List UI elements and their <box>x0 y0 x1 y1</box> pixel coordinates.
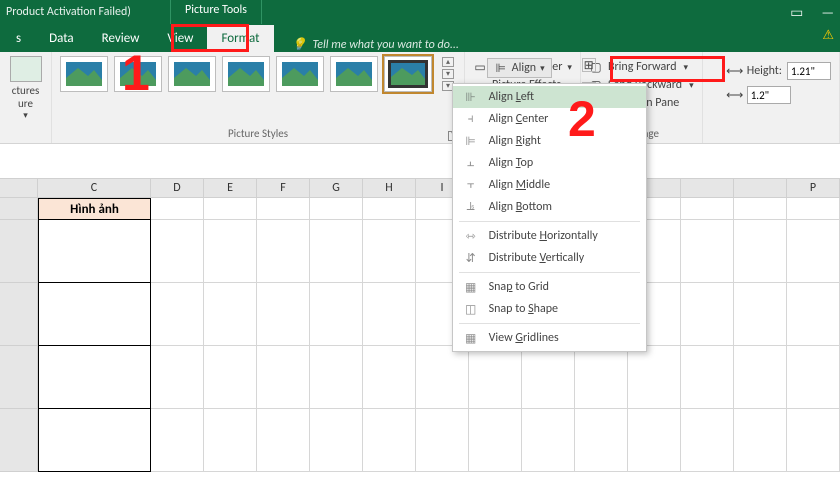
col-E[interactable]: E <box>204 179 257 198</box>
col-F[interactable]: F <box>257 179 310 198</box>
ribbon-tabs: s Data Review View Format 💡 Tell me what… <box>0 24 840 52</box>
width-field-row: ⟷ <box>728 86 831 104</box>
align-center-icon: ⫞ <box>463 112 479 126</box>
ribbon-options-icon[interactable]: ▭ <box>790 4 803 21</box>
minimize-icon[interactable]: — <box>821 4 834 21</box>
tab-review[interactable]: Review <box>88 25 154 52</box>
align-right-icon: ⊫ <box>463 134 479 148</box>
align-top-icon: ⫠ <box>463 156 479 170</box>
align-bottom-item[interactable]: ⫡Align Bottom <box>453 196 646 218</box>
style-thumb-7[interactable] <box>384 56 432 92</box>
style-thumb-3[interactable] <box>168 56 216 92</box>
width-input[interactable] <box>747 86 791 104</box>
col-hidden3[interactable] <box>734 179 787 198</box>
col-C[interactable]: C <box>38 179 151 198</box>
align-right-item[interactable]: ⊫Align Right <box>453 130 646 152</box>
distribute-h-icon: ⇿ <box>463 229 479 243</box>
tab-partial[interactable]: s <box>2 25 35 52</box>
view-gridlines-item[interactable]: ▦View Gridlines <box>453 327 646 349</box>
warning-icon: ⚠ <box>822 28 834 43</box>
tab-view[interactable]: View <box>153 25 207 52</box>
table-row[interactable] <box>38 220 151 283</box>
lightbulb-icon: 💡 <box>292 37 307 52</box>
titlebar: Product Activation Failed) Picture Tools… <box>0 0 840 24</box>
col-hidden2[interactable] <box>681 179 734 198</box>
align-bottom-icon: ⫡ <box>463 200 479 214</box>
col-H[interactable]: H <box>363 179 416 198</box>
column-headers: C D E F G H I J K L P <box>0 178 840 198</box>
bring-forward-button[interactable]: ▢Bring Forward▾ <box>589 60 694 74</box>
contextual-tab-label: Picture Tools <box>170 0 262 24</box>
header-cell[interactable]: Hình ảnh <box>38 198 151 220</box>
snap-to-grid-item[interactable]: ▦Snap to Grid <box>453 276 646 298</box>
group-arrange: ▢Bring Forward▾ ▢Send Backward▾ ▤Selecti… <box>581 52 703 143</box>
ribbon: ctures ure ▾ ▴▾▾ Picture Styles↘ ▭ Pictur… <box>0 52 840 144</box>
style-thumb-2[interactable] <box>114 56 162 92</box>
align-dropdown: ⊪Align Left ⫞Align Center ⊫Align Right ⫠… <box>452 83 647 352</box>
group-objects-button[interactable]: ⊞ <box>582 58 596 72</box>
height-field-row: ⟷ Height: <box>728 62 831 80</box>
align-middle-item[interactable]: ⫟Align Middle <box>453 174 646 196</box>
corrections-button[interactable]: ctures ure ▾ <box>8 56 43 121</box>
col-D[interactable]: D <box>151 179 204 198</box>
group-adjust: ctures ure ▾ <box>0 52 52 143</box>
col-P[interactable]: P <box>787 179 840 198</box>
align-left-item[interactable]: ⊪Align Left <box>453 86 646 108</box>
distribute-horiz-item[interactable]: ⇿Distribute Horizontally <box>453 225 646 247</box>
height-icon: ⟷ <box>728 64 742 78</box>
style-thumb-6[interactable] <box>330 56 378 92</box>
height-input[interactable] <box>787 62 831 80</box>
align-button[interactable]: ⊫ Align ▾ ⊪Align Left ⫞Align Center ⊫Ali… <box>487 58 552 78</box>
table-row[interactable] <box>38 283 151 346</box>
tab-data[interactable]: Data <box>35 25 88 52</box>
snap-shape-icon: ◫ <box>463 302 479 316</box>
width-icon: ⟷ <box>728 88 742 102</box>
align-middle-icon: ⫟ <box>463 178 479 192</box>
group-size: ⟷ Height: ⟷ <box>720 52 840 143</box>
border-icon: ▭ <box>473 60 487 74</box>
snap-to-shape-item[interactable]: ◫Snap to Shape <box>453 298 646 320</box>
distribute-vert-item[interactable]: ⇵Distribute Vertically <box>453 247 646 269</box>
align-icon: ⊫ <box>494 61 508 75</box>
table-row[interactable] <box>38 409 151 472</box>
row-headers <box>0 198 38 472</box>
activation-notice: Product Activation Failed) <box>6 5 131 19</box>
style-thumb-1[interactable] <box>60 56 108 92</box>
style-thumb-4[interactable] <box>222 56 270 92</box>
worksheet[interactable]: C D E F G H I J K L P Hình ảnh <box>0 144 840 472</box>
align-left-icon: ⊪ <box>463 90 479 104</box>
tell-me-search[interactable]: 💡 Tell me what you want to do... <box>292 37 459 52</box>
group-picture-styles: ▴▾▾ Picture Styles↘ <box>52 52 465 143</box>
style-thumb-5[interactable] <box>276 56 324 92</box>
align-top-item[interactable]: ⫠Align Top <box>453 152 646 174</box>
align-center-item[interactable]: ⫞Align Center <box>453 108 646 130</box>
table-row[interactable] <box>38 346 151 409</box>
group-adjust-label <box>8 127 43 143</box>
caret-down-icon: ▾ <box>540 63 545 74</box>
tab-format[interactable]: Format <box>207 25 273 52</box>
group-styles-label: Picture Styles↘ <box>60 127 456 143</box>
snap-grid-icon: ▦ <box>463 280 479 294</box>
gridlines-icon: ▦ <box>463 331 479 345</box>
distribute-v-icon: ⇵ <box>463 251 479 265</box>
col-G[interactable]: G <box>310 179 363 198</box>
